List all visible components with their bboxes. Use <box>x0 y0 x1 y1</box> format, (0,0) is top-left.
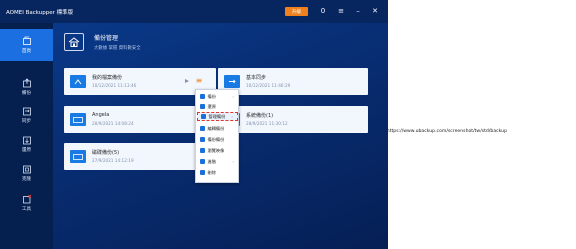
sidebar-item-label: 克隆 <box>21 177 32 182</box>
card-time: 10/12/2021 11:46:29 <box>246 83 291 88</box>
close-icon[interactable]: ✕ <box>370 6 380 16</box>
menu-item-restore[interactable]: 還原 <box>197 102 238 111</box>
card-title: 基本同步 <box>246 75 267 81</box>
backup-card[interactable]: 我的檔案備份 10/12/2021 11:13:46 ≡ <box>64 68 216 95</box>
menu-item-label: 瀏覽映像 <box>207 147 225 153</box>
card-time: 27/9/2021 14:12:19 <box>92 158 134 163</box>
title-bar: AOMEI Backupper 標準版 <box>0 0 388 23</box>
menu-icon[interactable]: ≡ <box>336 6 346 16</box>
chevron-right-icon: › <box>231 114 233 120</box>
context-menu: 備份 › 還原 管理備份 › 編輯備份 備份備份 瀏覽映像 進階 › 刪除 <box>195 89 239 183</box>
sync-icon <box>224 75 240 88</box>
delete-icon <box>200 170 205 175</box>
sidebar-item-home[interactable]: 首頁 <box>0 29 53 61</box>
menu-item-label: 備份 <box>207 93 216 99</box>
clone-icon <box>22 165 31 174</box>
menu-item-advanced[interactable]: 進階 › <box>197 157 238 166</box>
backup-card[interactable]: Angela 28/9/2021 14:08:24 <box>64 106 216 133</box>
chevron-right-icon: › <box>232 94 234 100</box>
disk-icon <box>70 113 86 126</box>
sidebar-item-label: 還原 <box>21 148 32 153</box>
sidebar-item-label: 備份 <box>21 91 32 96</box>
sidebar-item-restore[interactable]: 還原 <box>0 128 53 160</box>
menu-item-manage-backup[interactable]: 管理備份 › <box>197 112 238 122</box>
menu-item-label: 刪除 <box>207 169 216 175</box>
menu-item-edit-backup[interactable]: 編輯備份 <box>197 124 238 133</box>
card-title: 系統備份(1) <box>246 113 274 119</box>
backup-icon <box>200 94 205 99</box>
house-icon <box>64 33 84 51</box>
menu-item-label: 還原 <box>207 103 216 109</box>
app-window: AOMEI Backupper 標準版 升級 0 ≡ – ✕ 首頁 備份 同步 … <box>0 0 388 249</box>
sidebar-item-label: 同步 <box>21 119 32 124</box>
menu-item-label: 管理備份 <box>208 113 226 119</box>
manage-icon <box>201 114 206 119</box>
disk-icon <box>70 150 86 163</box>
explore-icon <box>200 148 205 153</box>
minimize-icon[interactable]: – <box>353 6 363 16</box>
card-time: 10/12/2021 11:13:46 <box>92 83 137 88</box>
menu-item-explore-image[interactable]: 瀏覽映像 <box>197 146 238 155</box>
restore-icon <box>200 104 205 109</box>
page-subtitle: 大數據 掌握 資料數安全 <box>94 46 141 51</box>
page-header: 備份管理 大數據 掌握 資料數安全 <box>64 30 141 54</box>
backup-card[interactable]: 系統備份(1) 28/9/2021 11:30:12 <box>218 106 368 133</box>
menu-item-label: 進階 <box>207 158 216 164</box>
card-title: 磁碟備份(5) <box>92 150 120 156</box>
card-time: 28/9/2021 14:08:24 <box>92 121 134 126</box>
menu-item-backup-copy[interactable]: 備份備份 <box>197 135 238 144</box>
upload-icon <box>70 75 86 88</box>
tools-icon <box>22 194 31 204</box>
upgrade-label: 升級 <box>291 9 302 15</box>
page-title: 備份管理 <box>94 35 119 42</box>
restore-icon <box>22 136 31 145</box>
app-title: AOMEI Backupper 標準版 <box>6 9 74 16</box>
backup-card[interactable]: 基本同步 10/12/2021 11:46:29 <box>218 68 368 95</box>
sidebar-item-sync[interactable]: 同步 <box>0 99 53 131</box>
backup-icon <box>22 78 31 88</box>
sidebar: 首頁 備份 同步 還原 克隆 工具 <box>0 23 53 249</box>
card-time: 28/9/2021 11:30:12 <box>246 121 288 126</box>
badge-icon[interactable]: 0 <box>318 6 328 16</box>
sidebar-item-label: 首頁 <box>21 49 32 54</box>
sync-icon <box>22 107 31 116</box>
menu-item-label: 備份備份 <box>207 136 225 142</box>
card-title: Angela <box>92 112 110 118</box>
play-icon[interactable] <box>185 79 189 83</box>
edit-icon <box>200 126 205 131</box>
sidebar-item-tools[interactable]: 工具 <box>0 187 53 219</box>
advanced-icon <box>200 159 205 164</box>
copy-icon <box>200 137 205 142</box>
menu-item-backup[interactable]: 備份 › <box>197 92 238 101</box>
source-caption: (https://www.ubackup.com/screenshot/tw/s… <box>385 129 508 134</box>
card-menu-icon[interactable]: ≡ <box>194 76 204 86</box>
sidebar-item-clone[interactable]: 克隆 <box>0 157 53 189</box>
menu-item-delete[interactable]: 刪除 <box>197 168 238 177</box>
menu-item-label: 編輯備份 <box>207 125 225 131</box>
backup-card[interactable]: 磁碟備份(5) 27/9/2021 14:12:19 <box>64 143 216 170</box>
upgrade-button[interactable]: 升級 <box>285 7 308 16</box>
sidebar-item-label: 工具 <box>21 207 32 212</box>
chevron-right-icon: › <box>232 159 234 165</box>
home-icon <box>22 36 31 45</box>
card-title: 我的檔案備份 <box>92 75 123 81</box>
